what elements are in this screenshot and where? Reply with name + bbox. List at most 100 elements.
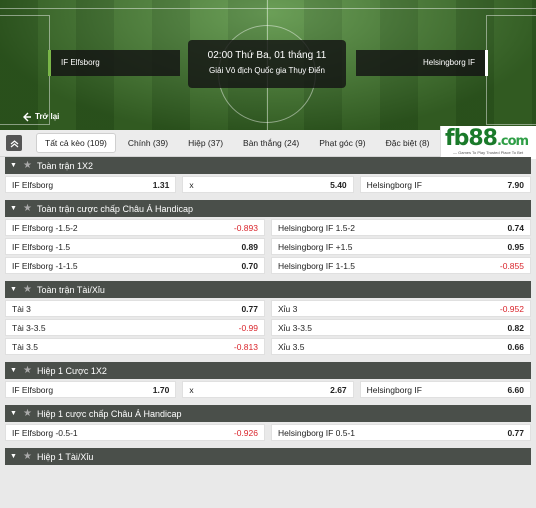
market-title: Toàn trận Tài/Xỉu [36, 284, 105, 295]
selection-label: Helsingborg IF 1-1.5 [278, 260, 356, 271]
selection-label: Helsingborg IF [366, 179, 422, 190]
match-time: 02:00 Thứ Ba, 01 tháng 11 [207, 50, 327, 61]
logo-tagline: — Games To Play Trusted Place To Bet [453, 150, 524, 155]
back-arrow-icon [23, 112, 31, 122]
cell-gap [177, 176, 181, 193]
caret-down-icon: ▼ [10, 286, 17, 293]
markets-list: ▼ ★ Toàn trận 1X2 IF Elfsborg 1.31 x 5.40 Helsi… [5, 157, 531, 472]
market-header[interactable]: ▼ ★ Hiệp 1 cược chấp Châu Á Handicap [5, 405, 531, 422]
odds-cell[interactable]: x 5.40 [182, 176, 354, 193]
collapse-all-button[interactable] [6, 135, 22, 151]
cell-gap [266, 300, 270, 317]
odds-value: 0.89 [241, 241, 258, 252]
star-icon[interactable]: ★ [23, 408, 32, 419]
market-header[interactable]: ▼ ★ Toàn trận 1X2 [5, 157, 531, 174]
odds-cell[interactable]: Xỉu 3.5 0.66 [271, 338, 531, 355]
market-header[interactable]: ▼ ★ Toàn trận cược chấp Châu Á Handicap [5, 200, 531, 217]
market-block: ▼ ★ Toàn trận cược chấp Châu Á Handicap IF … [5, 200, 531, 274]
selection-label: IF Elfsborg -1.5-2 [12, 222, 78, 233]
market-block: ▼ ★ Toàn trận Tài/Xỉu Tài 3 0.77 Xỉu 3 -0.952 T… [5, 281, 531, 355]
odds-cell[interactable]: Tài 3 0.77 [5, 300, 265, 317]
odds-cell[interactable]: Helsingborg IF 1-1.5 -0.855 [271, 257, 531, 274]
odds-value: 6.60 [507, 384, 524, 395]
market-block: ▼ ★ Hiệp 1 Tài/Xỉu [5, 448, 531, 465]
market-title: Hiệp 1 cược chấp Châu Á Handicap [36, 408, 182, 419]
star-icon[interactable]: ★ [23, 365, 32, 376]
selection-label: Xỉu 3-3.5 [278, 322, 313, 333]
star-icon[interactable]: ★ [23, 160, 32, 171]
odds-value: 0.70 [241, 260, 258, 271]
odds-cell[interactable]: IF Elfsborg -1-1.5 0.70 [5, 257, 265, 274]
odds-cell[interactable]: IF Elfsborg 1.70 [5, 381, 177, 398]
odds-value: 0.77 [507, 427, 524, 438]
market-header[interactable]: ▼ ★ Hiệp 1 Tài/Xỉu [5, 448, 531, 465]
odds-cell[interactable]: IF Elfsborg -0.5-1 -0.926 [5, 424, 265, 441]
cell-gap [266, 319, 270, 336]
tab-main[interactable]: Chính (39) [120, 134, 176, 152]
odds-value: -0.813 [233, 341, 258, 352]
market-block: ▼ ★ Hiệp 1 Cược 1X2 IF Elfsborg 1.70 x 2.67 Hel… [5, 362, 531, 398]
caret-down-icon: ▼ [10, 410, 17, 417]
odds-row: Tài 3 0.77 Xỉu 3 -0.952 [5, 300, 531, 317]
odds-cell[interactable]: Helsingborg IF 1.5-2 0.74 [271, 219, 531, 236]
odds-value: -0.99 [238, 322, 258, 333]
odds-cell[interactable]: Helsingborg IF +1.5 0.95 [271, 238, 531, 255]
odds-value: 0.77 [241, 303, 258, 314]
away-team-label: Helsingborg IF [356, 50, 488, 76]
odds-value: 2.67 [330, 384, 347, 395]
odds-cell[interactable]: Helsingborg IF 6.60 [359, 381, 531, 398]
odds-value: 7.90 [507, 179, 524, 190]
tab-goals[interactable]: Bàn thắng (24) [235, 134, 307, 152]
odds-cell[interactable]: Tài 3.5 -0.813 [5, 338, 265, 355]
league-name: Giải Vô địch Quốc gia Thụy Điển [209, 66, 325, 75]
cell-gap [355, 176, 359, 193]
odds-cell[interactable]: Helsingborg IF 7.90 [359, 176, 531, 193]
market-header[interactable]: ▼ ★ Toàn trận Tài/Xỉu [5, 281, 531, 298]
odds-value: -0.926 [233, 427, 258, 438]
tab-corners[interactable]: Phạt góc (9) [311, 134, 373, 152]
odds-cell[interactable]: Helsingborg IF 0.5-1 0.77 [271, 424, 531, 441]
odds-row: Tài 3-3.5 -0.99 Xỉu 3-3.5 0.82 [5, 319, 531, 336]
back-button[interactable]: Trở lại [22, 110, 59, 124]
selection-label: IF Elfsborg -0.5-1 [12, 427, 78, 438]
selection-label: Xỉu 3.5 [278, 341, 305, 352]
star-icon[interactable]: ★ [23, 203, 32, 214]
odds-row: IF Elfsborg 1.31 x 5.40 Helsingborg IF 7.90 [5, 176, 531, 193]
odds-cell[interactable]: Xỉu 3 -0.952 [271, 300, 531, 317]
odds-cell[interactable]: IF Elfsborg -1.5 0.89 [5, 238, 265, 255]
odds-row: IF Elfsborg -1.5 0.89 Helsingborg IF +1.5 0… [5, 238, 531, 255]
selection-label: IF Elfsborg -1.5 [12, 241, 71, 252]
selection-label: Tài 3 [12, 303, 31, 314]
tab-special[interactable]: Đặc biệt (8) [378, 134, 438, 152]
cell-gap [266, 424, 270, 441]
star-icon[interactable]: ★ [23, 451, 32, 462]
match-info-box: 02:00 Thứ Ba, 01 tháng 11 Giải Vô địch Q… [188, 40, 346, 88]
odds-value: 0.82 [507, 322, 524, 333]
odds-value: 0.66 [507, 341, 524, 352]
odds-row: IF Elfsborg 1.70 x 2.67 Helsingborg IF 6.60 [5, 381, 531, 398]
tab-all[interactable]: Tất cả kèo (109) [36, 133, 116, 153]
market-block: ▼ ★ Hiệp 1 cược chấp Châu Á Handicap IF Elf… [5, 405, 531, 441]
tab-half[interactable]: Hiệp (37) [180, 134, 231, 152]
selection-label: IF Elfsborg -1-1.5 [12, 260, 78, 271]
odds-value: 1.31 [152, 179, 170, 190]
fb88-logo: fb88.com — Games To Play Trusted Place T… [440, 126, 536, 159]
odds-cell[interactable]: x 2.67 [182, 381, 354, 398]
market-block: ▼ ★ Toàn trận 1X2 IF Elfsborg 1.31 x 5.40 Helsi… [5, 157, 531, 193]
odds-cell[interactable]: Tài 3-3.5 -0.99 [5, 319, 265, 336]
star-icon[interactable]: ★ [23, 284, 32, 295]
odds-cell[interactable]: IF Elfsborg -1.5-2 -0.893 [5, 219, 265, 236]
odds-value: 5.40 [330, 179, 347, 190]
selection-label: IF Elfsborg [12, 384, 54, 395]
double-chevron-up-icon [10, 139, 18, 147]
odds-cell[interactable]: Xỉu 3-3.5 0.82 [271, 319, 531, 336]
selection-label: Helsingborg IF [366, 384, 422, 395]
market-header[interactable]: ▼ ★ Hiệp 1 Cược 1X2 [5, 362, 531, 379]
match-header: IF Elfsborg Helsingborg IF 02:00 Thứ Ba,… [0, 0, 536, 130]
selection-label: Xỉu 3 [278, 303, 298, 314]
odds-row: IF Elfsborg -1-1.5 0.70 Helsingborg IF 1-1… [5, 257, 531, 274]
odds-cell[interactable]: IF Elfsborg 1.31 [5, 176, 177, 193]
cell-gap [266, 219, 270, 236]
odds-row: IF Elfsborg -0.5-1 -0.926 Helsingborg IF 0… [5, 424, 531, 441]
selection-label: IF Elfsborg [12, 179, 54, 190]
